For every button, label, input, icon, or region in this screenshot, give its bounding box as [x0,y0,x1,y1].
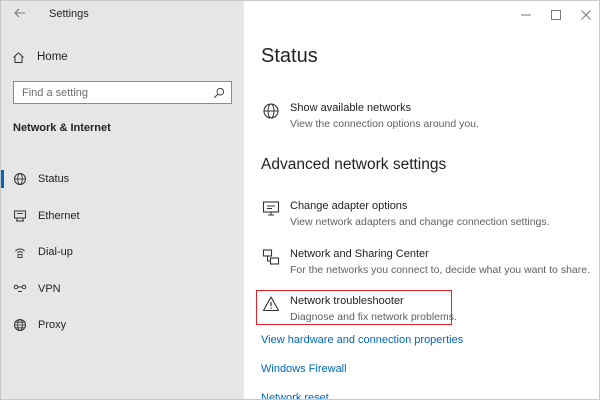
maximize-button[interactable] [541,1,571,29]
minimize-button[interactable] [511,1,541,29]
sidebar-item-label: Dial-up [38,246,73,259]
window-controls [511,1,599,29]
sidebar-section-title: Network & Internet [13,122,111,134]
warning-triangle-icon [261,295,281,315]
sharing-center-title: Network and Sharing Center [290,248,429,260]
sidebar-item-dial-up[interactable]: Dial-up [1,234,244,271]
sharing-center-desc: For the networks you connect to, decide … [290,264,590,276]
globe-network-icon [13,172,27,186]
globe-network-icon [261,102,281,122]
proxy-globe-icon [13,318,27,332]
sidebar-item-vpn[interactable]: VPN [1,271,244,308]
sharing-center-option[interactable]: Network and Sharing Center For the netwo… [261,247,590,277]
dial-up-icon [13,245,27,259]
show-networks-desc: View the connection options around you. [290,118,479,130]
show-networks-title: Show available networks [290,102,412,114]
windows-firewall-link[interactable]: Windows Firewall [261,363,347,375]
troubleshooter-desc: Diagnose and fix network problems. [290,311,457,323]
troubleshooter-title: Network troubleshooter [290,295,404,307]
minimize-icon [521,14,531,16]
troubleshooter-option[interactable]: Network troubleshooter Diagnose and fix … [261,294,457,324]
main-content: Status Show available networks View the … [244,1,599,399]
sidebar-nav: Status Ethernet Dial-up VPN Proxy [1,161,244,344]
sidebar-item-proxy[interactable]: Proxy [1,307,244,344]
search-icon[interactable] [213,86,225,99]
page-title: Status [261,45,318,67]
sharing-center-icon [261,248,281,268]
back-arrow-icon [14,8,25,18]
sidebar-item-status[interactable]: Status [1,161,244,198]
adapter-monitor-icon [261,200,281,220]
change-adapter-title: Change adapter options [290,200,408,212]
settings-window: Settings Home Network & Internet [0,0,600,400]
network-reset-link[interactable]: Network reset [261,392,329,399]
app-title: Settings [49,8,89,20]
advanced-settings-title: Advanced network settings [261,156,447,173]
sidebar-item-label: VPN [38,282,61,295]
sidebar-item-ethernet[interactable]: Ethernet [1,198,244,235]
back-button[interactable] [9,5,31,23]
sidebar: Settings Home Network & Internet [1,1,244,399]
sidebar-item-label: Ethernet [38,209,80,222]
titlebar: Settings [1,1,244,29]
home-nav-item[interactable]: Home [11,48,68,66]
search-input[interactable] [14,82,204,103]
ethernet-icon [13,209,27,223]
vpn-icon [13,282,27,296]
change-adapter-option[interactable]: Change adapter options View network adap… [261,199,550,229]
close-button[interactable] [571,1,599,29]
sidebar-item-label: Status [38,173,70,186]
hardware-properties-link[interactable]: View hardware and connection properties [261,334,463,346]
close-icon [581,10,591,20]
maximize-icon [551,10,561,20]
show-networks-option[interactable]: Show available networks View the connect… [261,101,479,131]
search-box[interactable] [13,81,232,104]
home-icon [11,50,25,64]
change-adapter-desc: View network adapters and change connect… [290,216,550,228]
home-label: Home [37,51,68,63]
sidebar-item-label: Proxy [38,319,67,332]
